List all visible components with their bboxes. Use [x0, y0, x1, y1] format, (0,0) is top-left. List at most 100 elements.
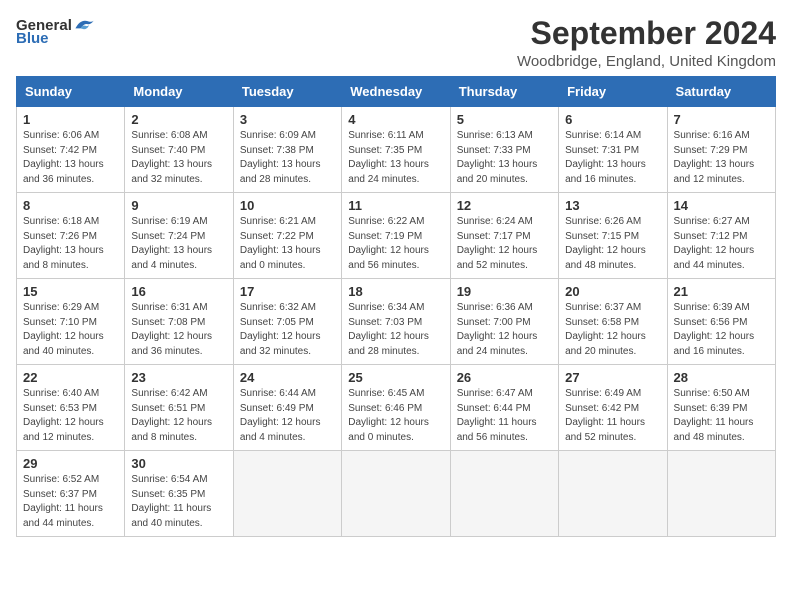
- calendar-week-row: 22 Sunrise: 6:40 AM Sunset: 6:53 PM Dayli…: [17, 365, 776, 451]
- day-number: 8: [23, 198, 118, 213]
- day-number: 11: [348, 198, 443, 213]
- day-number: 20: [565, 284, 660, 299]
- weekday-header-row: SundayMondayTuesdayWednesdayThursdayFrid…: [17, 77, 776, 107]
- day-info: Sunrise: 6:09 AM Sunset: 7:38 PM Dayligh…: [240, 129, 335, 187]
- day-number: 4: [348, 112, 443, 127]
- weekday-header-thursday: Thursday: [450, 77, 558, 107]
- calendar-cell: [450, 451, 558, 537]
- day-info: Sunrise: 6:47 AM Sunset: 6:44 PM Dayligh…: [457, 387, 552, 445]
- calendar-cell: 15 Sunrise: 6:29 AM Sunset: 7:10 PM Dayli…: [17, 279, 125, 365]
- calendar-cell: 24Sunrise: 6:44 AM Sunset: 6:49 PM Dayli…: [233, 365, 341, 451]
- day-number: 15: [23, 284, 118, 299]
- day-number: 25: [348, 370, 443, 385]
- day-number: 5: [457, 112, 552, 127]
- day-info: Sunrise: 6:26 AM Sunset: 7:15 PM Dayligh…: [565, 215, 660, 273]
- day-number: 3: [240, 112, 335, 127]
- day-info: Sunrise: 6:19 AM Sunset: 7:24 PM Dayligh…: [131, 215, 226, 273]
- calendar-cell: 22 Sunrise: 6:40 AM Sunset: 6:53 PM Dayli…: [17, 365, 125, 451]
- day-number: 14: [674, 198, 769, 213]
- day-number: 27: [565, 370, 660, 385]
- calendar-cell: 25 Sunrise: 6:45 AM Sunset: 6:46 PM Dayli…: [342, 365, 450, 451]
- logo-text: General Blue: [16, 16, 96, 47]
- calendar-table: SundayMondayTuesdayWednesdayThursdayFrid…: [16, 76, 776, 537]
- day-number: 16: [131, 284, 226, 299]
- calendar-cell: 8Sunrise: 6:18 AM Sunset: 7:26 PM Daylig…: [17, 193, 125, 279]
- calendar-cell: 7 Sunrise: 6:16 AM Sunset: 7:29 PM Daylig…: [667, 107, 775, 193]
- day-info: Sunrise: 6:49 AM Sunset: 6:42 PM Dayligh…: [565, 387, 660, 445]
- day-number: 19: [457, 284, 552, 299]
- day-number: 6: [565, 112, 660, 127]
- calendar-cell: [559, 451, 667, 537]
- day-number: 1: [23, 112, 118, 127]
- day-number: 23: [131, 370, 226, 385]
- calendar-cell: 20 Sunrise: 6:37 AM Sunset: 6:58 PM Dayli…: [559, 279, 667, 365]
- calendar-cell: 21 Sunrise: 6:39 AM Sunset: 6:56 PM Dayli…: [667, 279, 775, 365]
- day-info: Sunrise: 6:22 AM Sunset: 7:19 PM Dayligh…: [348, 215, 443, 273]
- calendar-cell: 18Sunrise: 6:34 AM Sunset: 7:03 PM Dayli…: [342, 279, 450, 365]
- calendar-cell: 1 Sunrise: 6:06 AM Sunset: 7:42 PM Daylig…: [17, 107, 125, 193]
- location: Woodbridge, England, United Kingdom: [517, 53, 776, 70]
- calendar-cell: 4 Sunrise: 6:11 AM Sunset: 7:35 PM Daylig…: [342, 107, 450, 193]
- calendar-cell: 29Sunrise: 6:52 AM Sunset: 6:37 PM Dayli…: [17, 451, 125, 537]
- calendar-cell: [233, 451, 341, 537]
- day-info: Sunrise: 6:52 AM Sunset: 6:37 PM Dayligh…: [23, 473, 118, 531]
- title-block: September 2024 Woodbridge, England, Unit…: [517, 16, 776, 70]
- day-number: 2: [131, 112, 226, 127]
- calendar-cell: 17 Sunrise: 6:32 AM Sunset: 7:05 PM Dayli…: [233, 279, 341, 365]
- calendar-cell: 26 Sunrise: 6:47 AM Sunset: 6:44 PM Dayli…: [450, 365, 558, 451]
- day-info: Sunrise: 6:16 AM Sunset: 7:29 PM Dayligh…: [674, 129, 769, 187]
- day-info: Sunrise: 6:31 AM Sunset: 7:08 PM Dayligh…: [131, 301, 226, 359]
- calendar-cell: 10 Sunrise: 6:21 AM Sunset: 7:22 PM Dayli…: [233, 193, 341, 279]
- weekday-header-tuesday: Tuesday: [233, 77, 341, 107]
- day-info: Sunrise: 6:32 AM Sunset: 7:05 PM Dayligh…: [240, 301, 335, 359]
- day-info: Sunrise: 6:21 AM Sunset: 7:22 PM Dayligh…: [240, 215, 335, 273]
- weekday-header-friday: Friday: [559, 77, 667, 107]
- day-number: 9: [131, 198, 226, 213]
- calendar-week-row: 15 Sunrise: 6:29 AM Sunset: 7:10 PM Dayli…: [17, 279, 776, 365]
- day-number: 24: [240, 370, 335, 385]
- calendar-cell: 23Sunrise: 6:42 AM Sunset: 6:51 PM Dayli…: [125, 365, 233, 451]
- day-number: 30: [131, 456, 226, 471]
- weekday-header-wednesday: Wednesday: [342, 77, 450, 107]
- month-title: September 2024: [517, 16, 776, 51]
- calendar-cell: 16 Sunrise: 6:31 AM Sunset: 7:08 PM Dayli…: [125, 279, 233, 365]
- calendar-cell: 19 Sunrise: 6:36 AM Sunset: 7:00 PM Dayli…: [450, 279, 558, 365]
- day-info: Sunrise: 6:37 AM Sunset: 6:58 PM Dayligh…: [565, 301, 660, 359]
- calendar-cell: 30Sunrise: 6:54 AM Sunset: 6:35 PM Dayli…: [125, 451, 233, 537]
- day-number: 21: [674, 284, 769, 299]
- day-info: Sunrise: 6:27 AM Sunset: 7:12 PM Dayligh…: [674, 215, 769, 273]
- calendar-cell: 13Sunrise: 6:26 AM Sunset: 7:15 PM Dayli…: [559, 193, 667, 279]
- day-info: Sunrise: 6:13 AM Sunset: 7:33 PM Dayligh…: [457, 129, 552, 187]
- day-info: Sunrise: 6:08 AM Sunset: 7:40 PM Dayligh…: [131, 129, 226, 187]
- calendar-week-row: 8Sunrise: 6:18 AM Sunset: 7:26 PM Daylig…: [17, 193, 776, 279]
- day-number: 26: [457, 370, 552, 385]
- day-number: 10: [240, 198, 335, 213]
- day-number: 17: [240, 284, 335, 299]
- day-number: 12: [457, 198, 552, 213]
- day-info: Sunrise: 6:11 AM Sunset: 7:35 PM Dayligh…: [348, 129, 443, 187]
- calendar-cell: 12 Sunrise: 6:24 AM Sunset: 7:17 PM Dayli…: [450, 193, 558, 279]
- weekday-header-saturday: Saturday: [667, 77, 775, 107]
- calendar-cell: 6 Sunrise: 6:14 AM Sunset: 7:31 PM Daylig…: [559, 107, 667, 193]
- calendar-cell: 5 Sunrise: 6:13 AM Sunset: 7:33 PM Daylig…: [450, 107, 558, 193]
- day-info: Sunrise: 6:39 AM Sunset: 6:56 PM Dayligh…: [674, 301, 769, 359]
- logo: General Blue: [16, 16, 96, 47]
- day-number: 7: [674, 112, 769, 127]
- day-info: Sunrise: 6:45 AM Sunset: 6:46 PM Dayligh…: [348, 387, 443, 445]
- calendar-cell: 27 Sunrise: 6:49 AM Sunset: 6:42 PM Dayli…: [559, 365, 667, 451]
- calendar-cell: [342, 451, 450, 537]
- day-info: Sunrise: 6:36 AM Sunset: 7:00 PM Dayligh…: [457, 301, 552, 359]
- day-number: 28: [674, 370, 769, 385]
- calendar-cell: 11 Sunrise: 6:22 AM Sunset: 7:19 PM Dayli…: [342, 193, 450, 279]
- calendar-cell: 3 Sunrise: 6:09 AM Sunset: 7:38 PM Daylig…: [233, 107, 341, 193]
- weekday-header-sunday: Sunday: [17, 77, 125, 107]
- day-number: 22: [23, 370, 118, 385]
- day-info: Sunrise: 6:29 AM Sunset: 7:10 PM Dayligh…: [23, 301, 118, 359]
- day-info: Sunrise: 6:06 AM Sunset: 7:42 PM Dayligh…: [23, 129, 118, 187]
- logo-bird-icon: [72, 16, 96, 34]
- page-header: General Blue September 2024 Woodbridge, …: [16, 16, 776, 70]
- day-info: Sunrise: 6:24 AM Sunset: 7:17 PM Dayligh…: [457, 215, 552, 273]
- day-info: Sunrise: 6:40 AM Sunset: 6:53 PM Dayligh…: [23, 387, 118, 445]
- day-info: Sunrise: 6:14 AM Sunset: 7:31 PM Dayligh…: [565, 129, 660, 187]
- calendar-week-row: 29Sunrise: 6:52 AM Sunset: 6:37 PM Dayli…: [17, 451, 776, 537]
